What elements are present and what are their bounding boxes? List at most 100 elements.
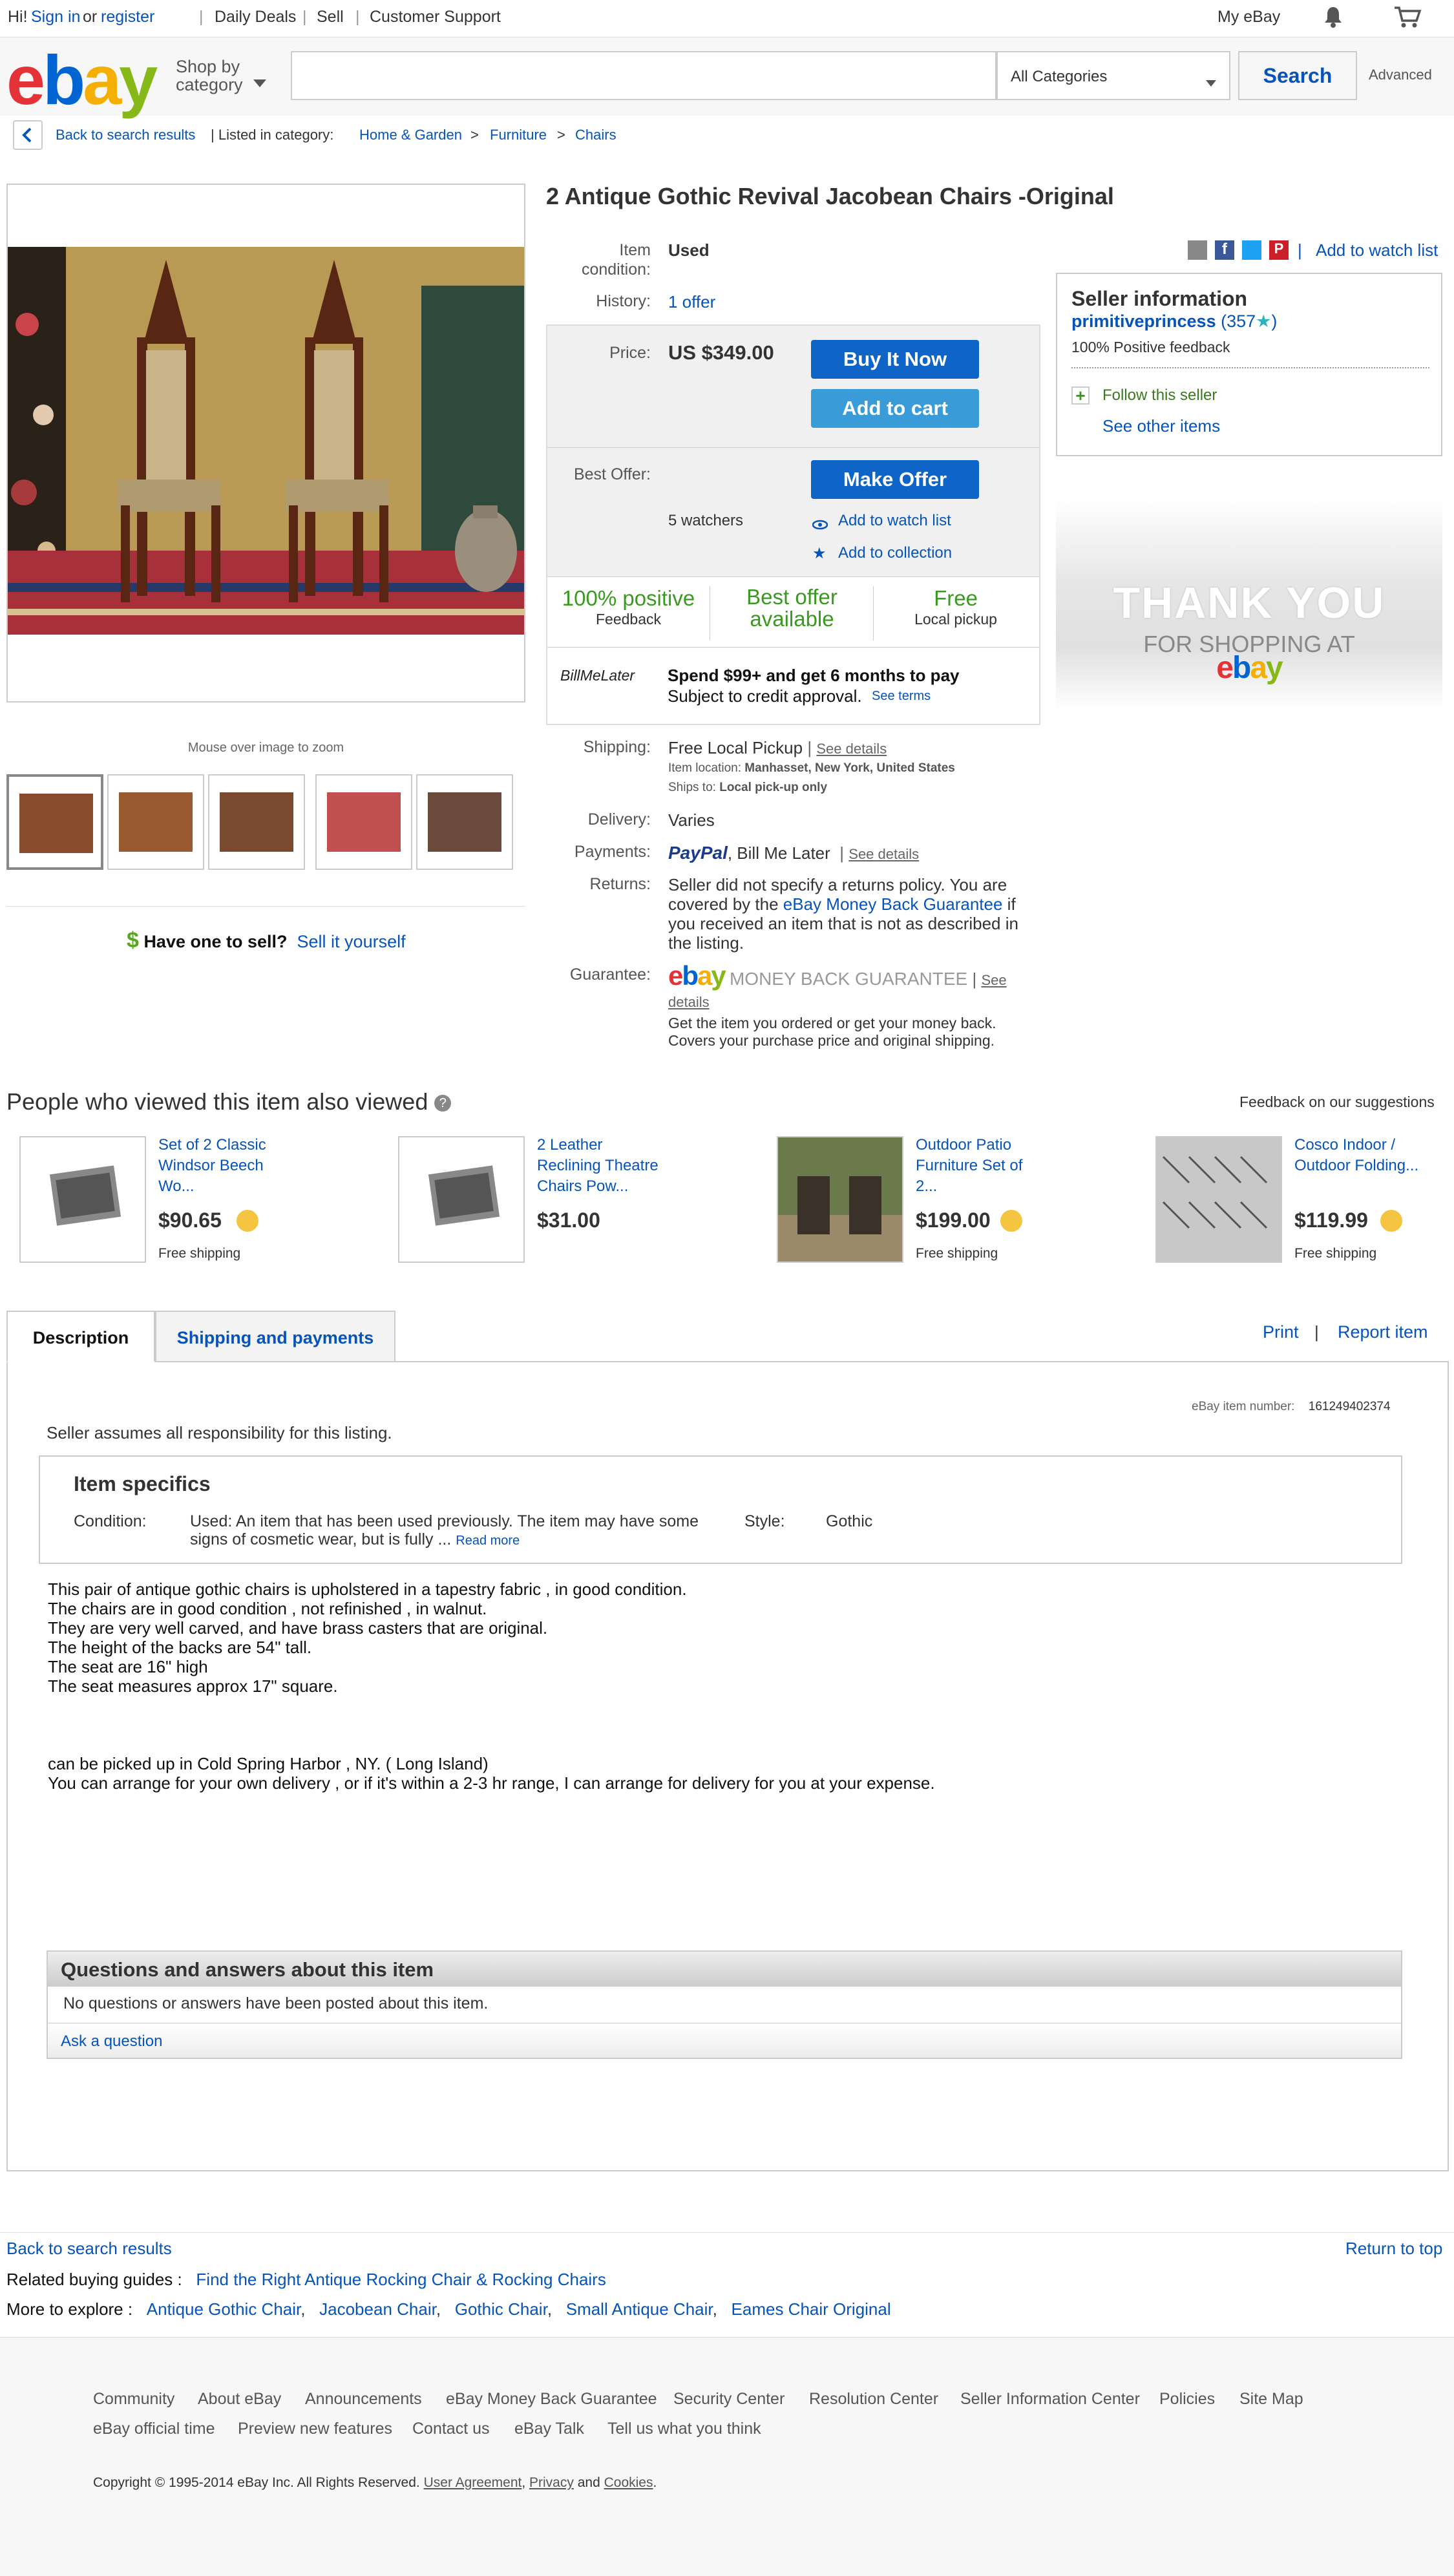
condition-label: Item condition:	[581, 241, 651, 279]
buy-it-now-button[interactable]: Buy It Now	[811, 340, 979, 379]
also-viewed-image-1[interactable]	[19, 1136, 146, 1263]
seller-name-link[interactable]: primitiveprincess	[1071, 311, 1216, 331]
divider: |	[199, 8, 204, 26]
seller-score-link[interactable]: (357	[1221, 311, 1256, 331]
see-terms-link[interactable]: See terms	[872, 689, 931, 704]
footer-link[interactable]: Policies	[1159, 2390, 1215, 2409]
sell-link[interactable]: Sell	[317, 8, 344, 26]
thumbnail-5[interactable]	[416, 774, 513, 870]
back-to-results-link[interactable]: Back to search results	[56, 127, 195, 143]
thank-you-text: THANK YOU	[1113, 578, 1386, 628]
history-offers-link[interactable]: 1 offer	[668, 292, 715, 312]
advanced-search-link[interactable]: Advanced	[1369, 67, 1432, 83]
main-image-frame[interactable]	[6, 184, 525, 702]
breadcrumb-home-garden[interactable]: Home & Garden	[359, 127, 462, 143]
bell-icon[interactable]	[1322, 5, 1344, 33]
breadcrumb-furniture[interactable]: Furniture	[490, 127, 547, 143]
print-link[interactable]: Print	[1263, 1322, 1299, 1342]
register-link[interactable]: register	[101, 8, 154, 26]
add-to-collection-link[interactable]: Add to collection	[838, 544, 952, 562]
tab-shipping-payments[interactable]: Shipping and payments	[155, 1311, 395, 1362]
help-icon[interactable]: ?	[434, 1095, 452, 1112]
category-select[interactable]: All Categories	[996, 51, 1230, 100]
facebook-icon[interactable]: f	[1215, 240, 1234, 260]
my-ebay-link[interactable]: My eBay	[1217, 8, 1280, 26]
ebay-logo[interactable]: ebay	[6, 39, 158, 120]
footer-link[interactable]: Announcements	[305, 2390, 422, 2409]
cookies-link[interactable]: Cookies	[604, 2475, 653, 2490]
see-other-items-link[interactable]: See other items	[1102, 416, 1220, 436]
see-payment-details-link[interactable]: See details	[848, 846, 919, 862]
billmelater-promo: BillMeLater Spend $99+ and get 6 months …	[547, 648, 1039, 724]
email-icon[interactable]	[1188, 240, 1207, 260]
search-input[interactable]	[291, 51, 996, 100]
breadcrumb-chairs[interactable]: Chairs	[575, 127, 616, 143]
copyright-text: Copyright © 1995-2014 eBay Inc. All Righ…	[93, 2475, 420, 2490]
privacy-link[interactable]: Privacy	[529, 2475, 574, 2490]
also-viewed-image-3[interactable]	[777, 1136, 903, 1263]
follow-seller-link[interactable]: Follow this seller	[1102, 386, 1217, 405]
report-item-link[interactable]: Report item	[1338, 1322, 1428, 1342]
explore-link[interactable]: Jacobean Chair	[319, 2299, 436, 2319]
item-location-value: Manhasset, New York, United States	[744, 761, 955, 775]
also-viewed-title-2[interactable]: 2 Leather Reclining Theatre Chairs Pow..…	[537, 1135, 666, 1197]
category-select-value: All Categories	[1011, 68, 1108, 85]
explore-link[interactable]: Small Antique Chair	[566, 2299, 713, 2319]
sign-in-link[interactable]: Sign in	[31, 8, 80, 26]
also-viewed-image-2[interactable]	[398, 1136, 525, 1263]
plus-icon[interactable]: +	[1071, 386, 1090, 405]
make-offer-button[interactable]: Make Offer	[811, 460, 979, 499]
explore-link[interactable]: Antique Gothic Chair	[147, 2299, 300, 2319]
footer-link[interactable]: Community	[93, 2390, 174, 2409]
back-arrow-icon[interactable]	[13, 120, 43, 150]
explore-link[interactable]: Gothic Chair	[455, 2299, 547, 2319]
badge-best-offer: Best offer available	[711, 586, 874, 640]
ask-question-link[interactable]: Ask a question	[61, 2032, 162, 2051]
thumbnail-1[interactable]	[6, 774, 103, 870]
footer-link[interactable]: eBay official time	[93, 2420, 215, 2438]
tab-description[interactable]: Description	[6, 1311, 155, 1362]
footer-link[interactable]: Tell us what you think	[607, 2420, 761, 2438]
return-to-top-link[interactable]: Return to top	[1345, 2239, 1442, 2259]
footer-link[interactable]: Seller Information Center	[960, 2390, 1140, 2409]
also-viewed-title-4[interactable]: Cosco Indoor / Outdoor Folding...	[1294, 1135, 1424, 1176]
footer-link[interactable]: Resolution Center	[809, 2390, 938, 2409]
back-to-results-bottom-link[interactable]: Back to search results	[6, 2239, 172, 2259]
also-viewed-image-4[interactable]	[1155, 1136, 1282, 1263]
footer-link[interactable]: About eBay	[198, 2390, 281, 2409]
add-to-watch-list-link[interactable]: Add to watch list	[1316, 240, 1438, 260]
twitter-icon[interactable]	[1242, 240, 1261, 260]
footer-link[interactable]: Contact us	[412, 2420, 490, 2438]
read-more-link[interactable]: Read more	[456, 1534, 520, 1548]
thumbnail-4[interactable]	[315, 774, 412, 870]
footer-link[interactable]: Preview new features	[238, 2420, 392, 2438]
footer-link[interactable]: eBay Money Back Guarantee	[446, 2390, 657, 2409]
daily-deals-link[interactable]: Daily Deals	[215, 8, 296, 26]
user-agreement-link[interactable]: User Agreement	[424, 2475, 522, 2490]
related-guide-link[interactable]: Find the Right Antique Rocking Chair & R…	[196, 2270, 606, 2289]
customer-support-link[interactable]: Customer Support	[370, 8, 501, 26]
also-viewed-title-1[interactable]: Set of 2 Classic Windsor Beech Wo...	[158, 1135, 288, 1197]
seller-info-box: Seller information primitiveprincess (35…	[1056, 273, 1442, 456]
also-viewed-title-3[interactable]: Outdoor Patio Furniture Set of 2...	[916, 1135, 1045, 1197]
sell-it-yourself-link[interactable]: Sell it yourself	[297, 932, 406, 951]
add-to-watch-list-link-2[interactable]: Add to watch list	[838, 512, 951, 530]
thumbnail-3[interactable]	[208, 774, 305, 870]
main-item-photo[interactable]	[8, 247, 524, 635]
shop-by-category[interactable]: Shop by category	[176, 58, 260, 94]
see-shipping-details-link[interactable]: See details	[816, 741, 887, 757]
description-line: The height of the backs are 54" tall.	[48, 1638, 312, 1657]
cart-icon[interactable]	[1393, 5, 1422, 33]
chevron-down-icon[interactable]	[253, 72, 266, 92]
footer-link[interactable]: eBay Talk	[514, 2420, 584, 2438]
footer-link[interactable]: Security Center	[673, 2390, 785, 2409]
money-back-guarantee-link[interactable]: eBay Money Back Guarantee	[783, 894, 1003, 914]
add-to-cart-button[interactable]: Add to cart	[811, 389, 979, 428]
explore-link[interactable]: Eames Chair Original	[732, 2299, 891, 2319]
footer-link[interactable]: Site Map	[1239, 2390, 1303, 2409]
feedback-suggestions-link[interactable]: Feedback on our suggestions	[1239, 1093, 1435, 1111]
shipping-value: Free Local Pickup	[668, 738, 803, 757]
thumbnail-2[interactable]	[107, 774, 204, 870]
pinterest-icon[interactable]: P	[1269, 240, 1289, 260]
search-button[interactable]: Search	[1238, 51, 1357, 100]
